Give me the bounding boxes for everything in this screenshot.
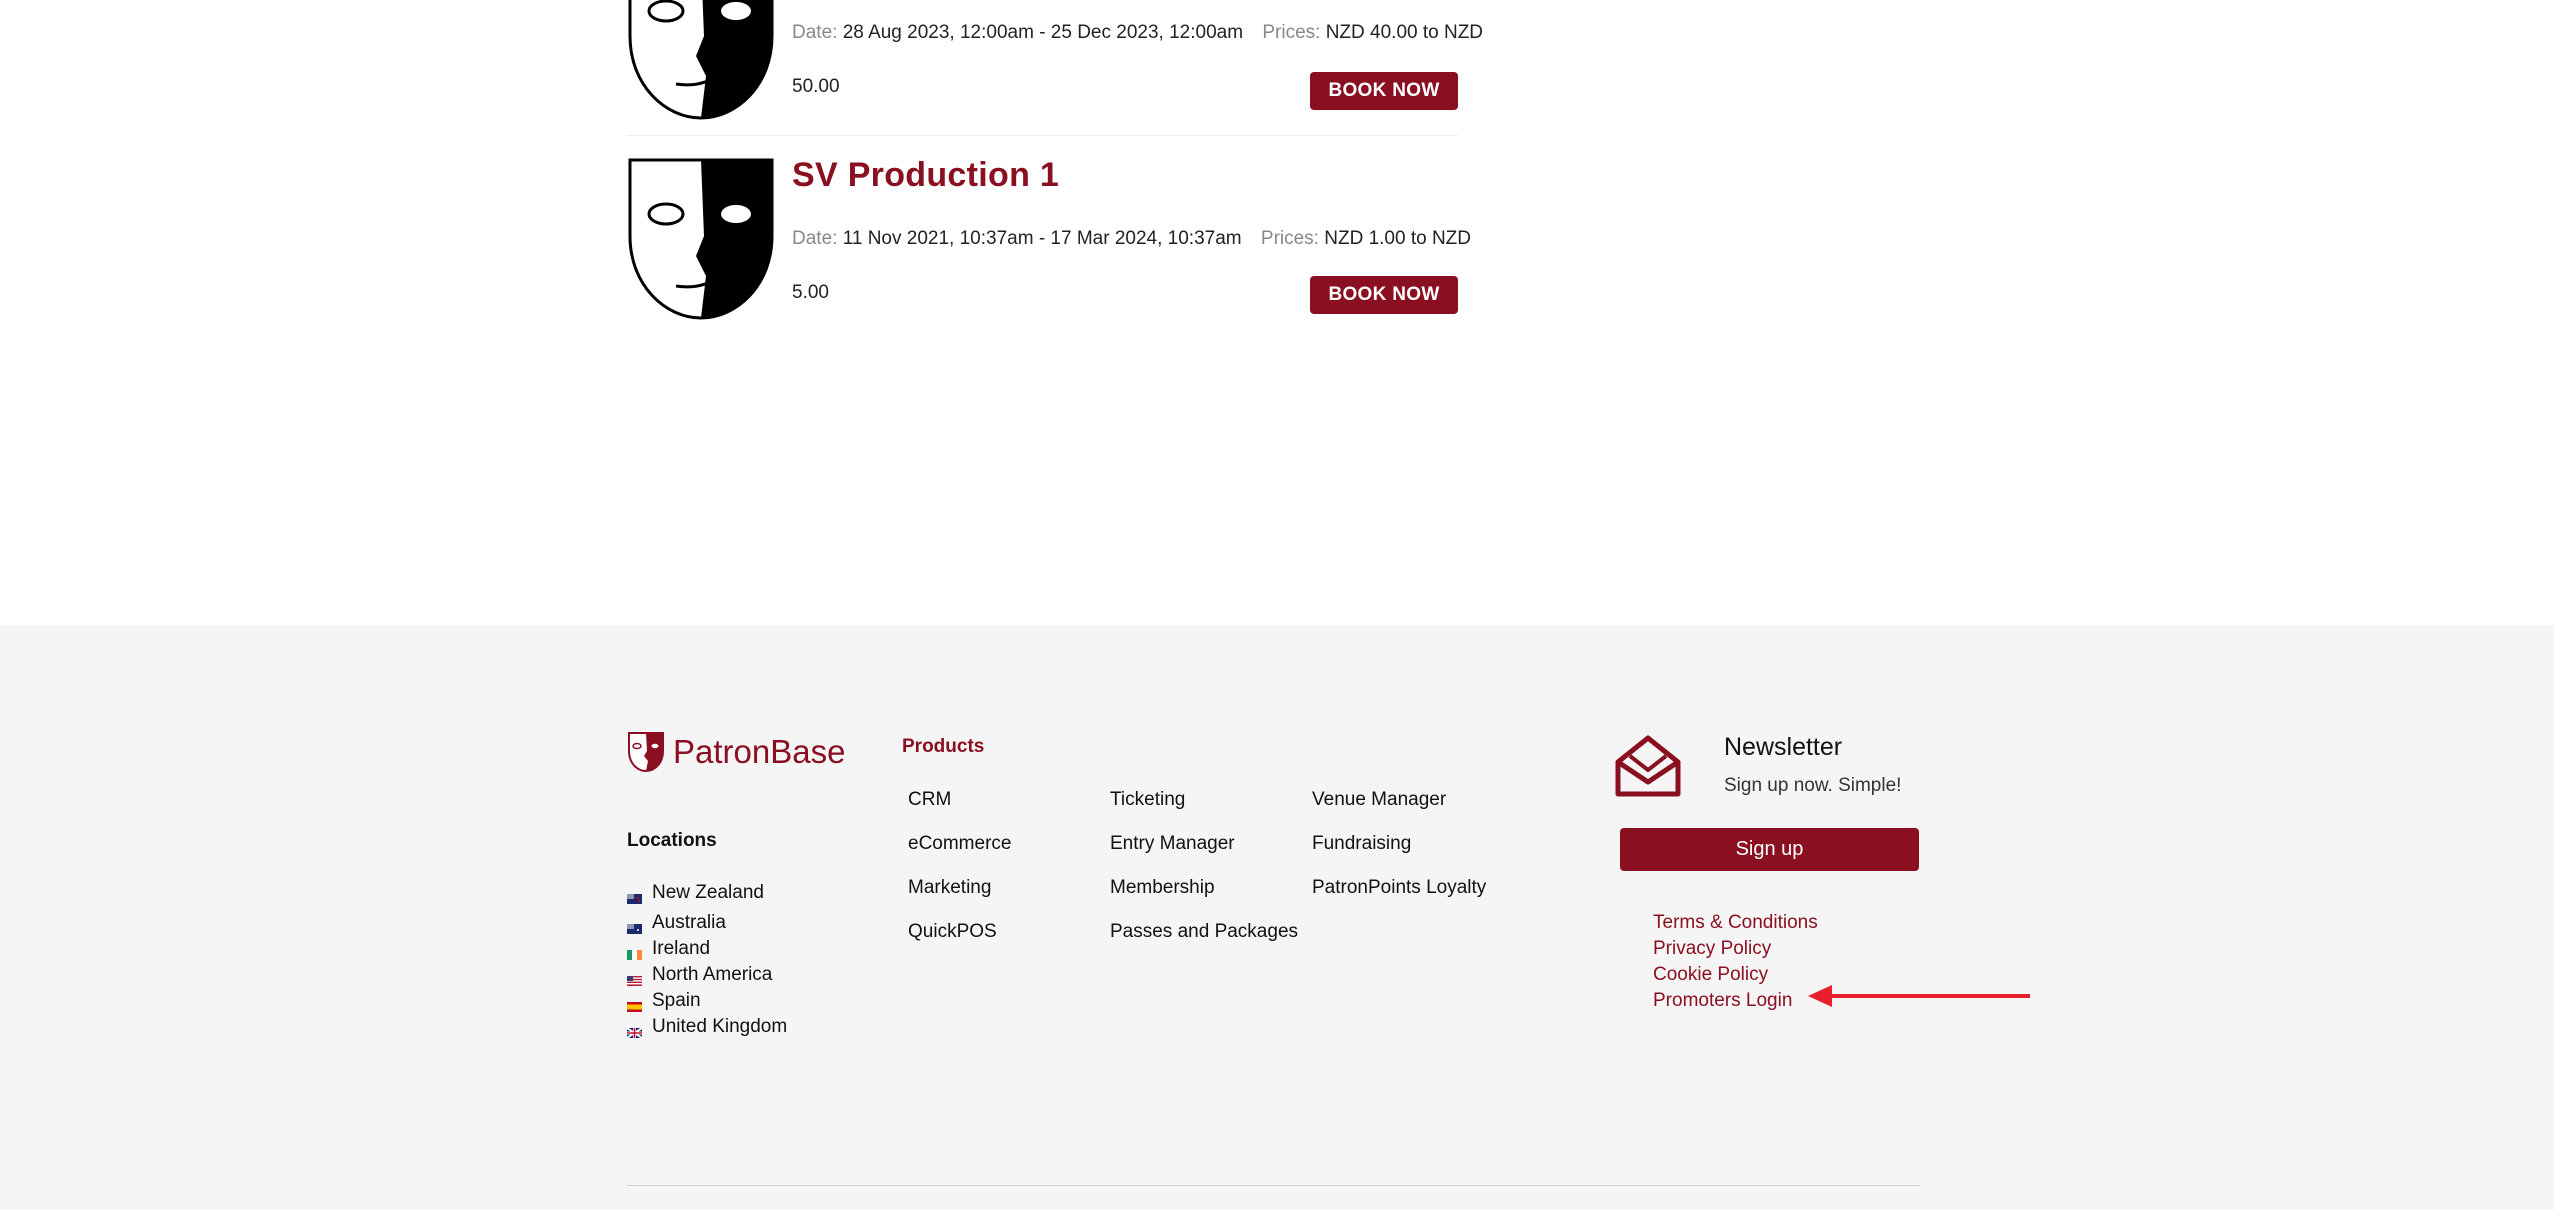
locations-title: Locations (627, 830, 717, 851)
logo-text: PatronBase (673, 733, 846, 770)
site-footer: PatronBase Locations New Zealand Austral… (0, 625, 2554, 1210)
theatre-mask-image (628, 0, 774, 120)
product-link[interactable]: Venue Manager (1312, 789, 1486, 833)
product-link[interactable]: Entry Manager (1110, 833, 1298, 877)
us-flag-icon (627, 970, 642, 986)
event-date-prices: Date: 11 Nov 2021, 10:37am - 17 Mar 2024… (792, 228, 1471, 250)
prices-label: Prices: (1262, 22, 1321, 43)
uk-flag-icon (626, 1022, 643, 1039)
annotation-arrow-icon (1808, 985, 2030, 1007)
product-link[interactable]: Marketing (908, 877, 1011, 921)
footer-divider (627, 1185, 1920, 1186)
locations-list: New Zealand Australia Ireland North Amer… (626, 880, 788, 1040)
book-now-button[interactable]: BOOK NOW (1310, 72, 1458, 110)
mask-logo-icon (628, 732, 664, 773)
location-new-zealand[interactable]: New Zealand (627, 880, 787, 906)
location-label: United Kingdom (652, 1016, 788, 1037)
product-link[interactable]: Ticketing (1110, 789, 1298, 833)
prices-value: NZD 1.00 to NZD (1324, 228, 1472, 249)
location-north-america[interactable]: North America (627, 962, 787, 988)
date-value: 11 Nov 2021, 10:37am - 17 Mar 2024, 10:3… (842, 228, 1242, 249)
prices-label: Prices: (1260, 228, 1319, 249)
location-label: Australia (652, 912, 726, 933)
event-list: Date: 28 Aug 2023, 12:00am - 25 Dec 2023… (626, 0, 1483, 625)
products-column-1: CRM eCommerce Marketing QuickPOS (908, 789, 1011, 965)
date-label: Date: (792, 228, 838, 249)
terms-link[interactable]: Terms & Conditions (1653, 912, 1818, 938)
legal-links: Terms & Conditions Privacy Policy Cookie… (1653, 912, 1818, 1016)
product-link[interactable]: PatronPoints Loyalty (1312, 877, 1486, 921)
location-label: New Zealand (652, 882, 764, 903)
cookie-policy-link[interactable]: Cookie Policy (1653, 964, 1818, 990)
event-date-prices: Date: 28 Aug 2023, 12:00am - 25 Dec 2023… (792, 22, 1483, 44)
nz-flag-icon (627, 888, 642, 904)
newsletter-title: Newsletter (1724, 733, 1843, 761)
event-card: Date: 28 Aug 2023, 12:00am - 25 Dec 2023… (626, 0, 1483, 136)
location-label: North America (652, 964, 773, 985)
prices-value-cont: 5.00 (792, 282, 829, 303)
prices-value: NZD 40.00 to NZD (1325, 22, 1484, 43)
prices-value-cont: 50.00 (792, 76, 840, 97)
product-link[interactable]: CRM (908, 789, 1011, 833)
theatre-mask-image (628, 158, 774, 320)
event-title[interactable]: SV Production 1 (792, 156, 1059, 195)
product-link[interactable]: QuickPOS (908, 921, 1011, 965)
ie-flag-icon (627, 944, 642, 960)
event-card: SV Production 1 Date: 11 Nov 2021, 10:37… (626, 156, 1471, 326)
promoters-login-link[interactable]: Promoters Login (1653, 990, 1818, 1016)
product-link[interactable]: Fundraising (1312, 833, 1486, 877)
product-link[interactable]: Passes and Packages (1110, 921, 1298, 965)
product-link[interactable]: eCommerce (908, 833, 1011, 877)
es-flag-icon (627, 996, 642, 1012)
newsletter-subtitle: Sign up now. Simple! (1724, 775, 1902, 796)
location-spain[interactable]: Spain (627, 988, 787, 1014)
envelope-icon (1615, 735, 1681, 797)
products-title: Products (902, 736, 985, 757)
patronbase-logo[interactable]: PatronBase (627, 731, 845, 773)
location-united-kingdom[interactable]: United Kingdom (626, 1014, 788, 1040)
au-flag-icon (627, 918, 642, 934)
book-now-button[interactable]: BOOK NOW (1310, 276, 1458, 314)
product-link[interactable]: Membership (1110, 877, 1298, 921)
location-australia[interactable]: Australia (627, 910, 787, 936)
products-column-2: Ticketing Entry Manager Membership Passe… (1110, 789, 1298, 965)
location-label: Spain (652, 990, 701, 1011)
date-label: Date: (792, 22, 838, 43)
privacy-link[interactable]: Privacy Policy (1653, 938, 1818, 964)
newsletter-signup-button[interactable]: Sign up (1620, 828, 1919, 871)
location-label: Ireland (652, 938, 711, 959)
products-column-3: Venue Manager Fundraising PatronPoints L… (1312, 789, 1486, 921)
date-value: 28 Aug 2023, 12:00am - 25 Dec 2023, 12:0… (842, 22, 1244, 43)
location-ireland[interactable]: Ireland (627, 936, 787, 962)
